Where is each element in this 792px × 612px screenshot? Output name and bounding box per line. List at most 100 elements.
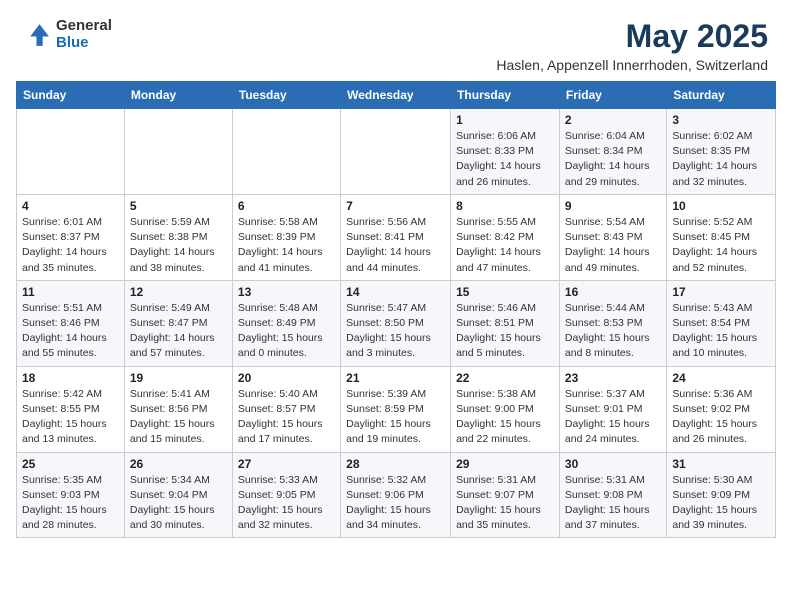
calendar-cell: 30Sunrise: 5:31 AM Sunset: 9:08 PM Dayli…	[559, 452, 666, 538]
calendar-cell: 14 Sunrise: 5:47 AM Sunset: 8:50 PM Dayli…	[341, 280, 451, 366]
day-info: Sunrise: 6:06 AM Sunset: 8:33 PM Dayligh…	[456, 129, 554, 190]
calendar-cell: 9 Sunrise: 5:54 AM Sunset: 8:43 PM Daylig…	[559, 194, 666, 280]
calendar-cell	[124, 109, 232, 195]
calendar-cell: 23 Sunrise: 5:37 AM Sunset: 9:01 PM Dayli…	[559, 366, 666, 452]
day-number: 29	[456, 457, 554, 471]
calendar-cell: 1Sunrise: 6:06 AM Sunset: 8:33 PM Daylig…	[451, 109, 560, 195]
day-info: Sunrise: 5:37 AM Sunset: 9:01 PM Dayligh…	[565, 387, 661, 448]
day-number: 20	[238, 371, 335, 385]
calendar-cell: 19 Sunrise: 5:41 AM Sunset: 8:56 PM Dayli…	[124, 366, 232, 452]
calendar-cell: 4Sunrise: 6:01 AM Sunset: 8:37 PM Daylig…	[17, 194, 125, 280]
day-info: Sunrise: 5:33 AM Sunset: 9:05 PM Dayligh…	[238, 473, 335, 534]
weekday-header-row: SundayMondayTuesdayWednesdayThursdayFrid…	[17, 82, 776, 109]
day-info: Sunrise: 5:31 AM Sunset: 9:07 PM Dayligh…	[456, 473, 554, 534]
day-info: Sunrise: 5:35 AM Sunset: 9:03 PM Dayligh…	[22, 473, 119, 534]
calendar-cell: 7 Sunrise: 5:56 AM Sunset: 8:41 PM Daylig…	[341, 194, 451, 280]
calendar-cell: 12Sunrise: 5:49 AM Sunset: 8:47 PM Dayli…	[124, 280, 232, 366]
weekday-header-thursday: Thursday	[451, 82, 560, 109]
week-row-2: 4Sunrise: 6:01 AM Sunset: 8:37 PM Daylig…	[17, 194, 776, 280]
month-title: May 2025	[496, 18, 768, 55]
title-block: May 2025 Haslen, Appenzell Innerrhoden, …	[496, 18, 768, 73]
weekday-header-wednesday: Wednesday	[341, 82, 451, 109]
calendar-cell: 25 Sunrise: 5:35 AM Sunset: 9:03 PM Dayli…	[17, 452, 125, 538]
calendar-cell	[17, 109, 125, 195]
weekday-header-saturday: Saturday	[667, 82, 776, 109]
day-info: Sunrise: 5:42 AM Sunset: 8:55 PM Dayligh…	[22, 387, 119, 448]
calendar-cell: 22 Sunrise: 5:38 AM Sunset: 9:00 PM Dayli…	[451, 366, 560, 452]
calendar-cell: 21Sunrise: 5:39 AM Sunset: 8:59 PM Dayli…	[341, 366, 451, 452]
day-info: Sunrise: 5:52 AM Sunset: 8:45 PM Dayligh…	[672, 215, 770, 276]
day-number: 23	[565, 371, 661, 385]
day-number: 25	[22, 457, 119, 471]
day-number: 10	[672, 199, 770, 213]
day-info: Sunrise: 5:56 AM Sunset: 8:41 PM Dayligh…	[346, 215, 445, 276]
day-number: 18	[22, 371, 119, 385]
weekday-header-tuesday: Tuesday	[232, 82, 340, 109]
day-number: 13	[238, 285, 335, 299]
weekday-header-sunday: Sunday	[17, 82, 125, 109]
day-info: Sunrise: 5:36 AM Sunset: 9:02 PM Dayligh…	[672, 387, 770, 448]
calendar-cell: 26 Sunrise: 5:34 AM Sunset: 9:04 PM Dayli…	[124, 452, 232, 538]
calendar-cell: 15Sunrise: 5:46 AM Sunset: 8:51 PM Dayli…	[451, 280, 560, 366]
day-info: Sunrise: 5:51 AM Sunset: 8:46 PM Dayligh…	[22, 301, 119, 362]
day-info: Sunrise: 5:34 AM Sunset: 9:04 PM Dayligh…	[130, 473, 227, 534]
day-number: 24	[672, 371, 770, 385]
day-number: 28	[346, 457, 445, 471]
calendar-cell: 18 Sunrise: 5:42 AM Sunset: 8:55 PM Dayli…	[17, 366, 125, 452]
day-number: 11	[22, 285, 119, 299]
day-info: Sunrise: 5:55 AM Sunset: 8:42 PM Dayligh…	[456, 215, 554, 276]
day-info: Sunrise: 5:54 AM Sunset: 8:43 PM Dayligh…	[565, 215, 661, 276]
day-info: Sunrise: 6:01 AM Sunset: 8:37 PM Dayligh…	[22, 215, 119, 276]
calendar-cell: 6Sunrise: 5:58 AM Sunset: 8:39 PM Daylig…	[232, 194, 340, 280]
day-info: Sunrise: 5:48 AM Sunset: 8:49 PM Dayligh…	[238, 301, 335, 362]
day-number: 5	[130, 199, 227, 213]
day-number: 8	[456, 199, 554, 213]
day-info: Sunrise: 5:41 AM Sunset: 8:56 PM Dayligh…	[130, 387, 227, 448]
calendar-cell: 2Sunrise: 6:04 AM Sunset: 8:34 PM Daylig…	[559, 109, 666, 195]
day-number: 22	[456, 371, 554, 385]
day-info: Sunrise: 5:59 AM Sunset: 8:38 PM Dayligh…	[130, 215, 227, 276]
day-info: Sunrise: 5:47 AM Sunset: 8:50 PM Dayligh…	[346, 301, 445, 362]
day-number: 14	[346, 285, 445, 299]
day-number: 17	[672, 285, 770, 299]
calendar-cell	[232, 109, 340, 195]
calendar-cell: 3 Sunrise: 6:02 AM Sunset: 8:35 PM Daylig…	[667, 109, 776, 195]
day-number: 26	[130, 457, 227, 471]
weekday-header-monday: Monday	[124, 82, 232, 109]
week-row-1: 1Sunrise: 6:06 AM Sunset: 8:33 PM Daylig…	[17, 109, 776, 195]
day-info: Sunrise: 5:31 AM Sunset: 9:08 PM Dayligh…	[565, 473, 661, 534]
day-number: 19	[130, 371, 227, 385]
calendar-cell: 11 Sunrise: 5:51 AM Sunset: 8:46 PM Dayli…	[17, 280, 125, 366]
day-info: Sunrise: 6:02 AM Sunset: 8:35 PM Dayligh…	[672, 129, 770, 190]
day-info: Sunrise: 5:38 AM Sunset: 9:00 PM Dayligh…	[456, 387, 554, 448]
calendar-cell: 8 Sunrise: 5:55 AM Sunset: 8:42 PM Daylig…	[451, 194, 560, 280]
calendar-cell: 28 Sunrise: 5:32 AM Sunset: 9:06 PM Dayli…	[341, 452, 451, 538]
calendar-cell: 29 Sunrise: 5:31 AM Sunset: 9:07 PM Dayli…	[451, 452, 560, 538]
logo: General Blue	[24, 18, 112, 51]
day-info: Sunrise: 5:46 AM Sunset: 8:51 PM Dayligh…	[456, 301, 554, 362]
calendar-table: SundayMondayTuesdayWednesdayThursdayFrid…	[16, 81, 776, 538]
calendar-cell: 10 Sunrise: 5:52 AM Sunset: 8:45 PM Dayli…	[667, 194, 776, 280]
day-number: 31	[672, 457, 770, 471]
calendar-cell: 20Sunrise: 5:40 AM Sunset: 8:57 PM Dayli…	[232, 366, 340, 452]
week-row-3: 11 Sunrise: 5:51 AM Sunset: 8:46 PM Dayli…	[17, 280, 776, 366]
calendar-cell: 5 Sunrise: 5:59 AM Sunset: 8:38 PM Daylig…	[124, 194, 232, 280]
day-info: Sunrise: 5:49 AM Sunset: 8:47 PM Dayligh…	[130, 301, 227, 362]
calendar-cell: 16Sunrise: 5:44 AM Sunset: 8:53 PM Dayli…	[559, 280, 666, 366]
week-row-4: 18 Sunrise: 5:42 AM Sunset: 8:55 PM Dayli…	[17, 366, 776, 452]
calendar-cell	[341, 109, 451, 195]
day-number: 7	[346, 199, 445, 213]
day-number: 2	[565, 113, 661, 127]
week-row-5: 25 Sunrise: 5:35 AM Sunset: 9:03 PM Dayli…	[17, 452, 776, 538]
logo-general-text: General	[56, 18, 112, 35]
calendar-cell: 17Sunrise: 5:43 AM Sunset: 8:54 PM Dayli…	[667, 280, 776, 366]
day-number: 3	[672, 113, 770, 127]
day-info: Sunrise: 5:32 AM Sunset: 9:06 PM Dayligh…	[346, 473, 445, 534]
logo-blue-text: Blue	[56, 35, 112, 52]
page-header: General Blue May 2025 Haslen, Appenzell …	[0, 0, 792, 81]
day-info: Sunrise: 5:39 AM Sunset: 8:59 PM Dayligh…	[346, 387, 445, 448]
day-info: Sunrise: 5:44 AM Sunset: 8:53 PM Dayligh…	[565, 301, 661, 362]
day-number: 9	[565, 199, 661, 213]
calendar-cell: 31Sunrise: 5:30 AM Sunset: 9:09 PM Dayli…	[667, 452, 776, 538]
weekday-header-friday: Friday	[559, 82, 666, 109]
